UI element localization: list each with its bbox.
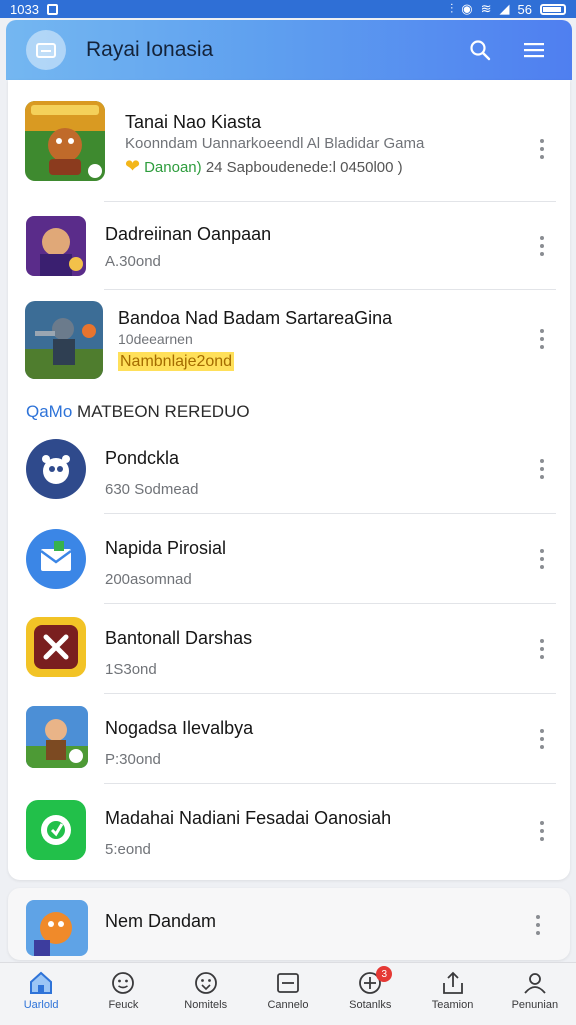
item-title: Madahai Nadiani Fesadai Oanosiah bbox=[105, 808, 392, 828]
app-title: Rayai Ionasia bbox=[86, 38, 214, 61]
emoji-icon bbox=[194, 972, 217, 994]
nav-label: Sotanlks bbox=[349, 999, 392, 1011]
item-subtitle: P:30ond bbox=[105, 751, 161, 768]
app-header: Rayai Ionasia bbox=[6, 20, 572, 80]
nav-item-nomitels[interactable]: Nomitels bbox=[170, 963, 242, 1011]
list-item[interactable]: Napida Pirosial 200asomnad bbox=[8, 514, 570, 604]
heart-icon: ❤ bbox=[125, 156, 141, 176]
game-thumbnail-icon bbox=[25, 101, 105, 181]
more-options-icon[interactable] bbox=[534, 816, 550, 846]
item-subtitle: 200asomnad bbox=[105, 571, 192, 588]
list-item[interactable]: Nogadsa Ilevalbya P:30ond bbox=[8, 694, 570, 784]
game-thumbnail-icon bbox=[26, 900, 88, 956]
item-title: Dadreiinan Oanpaan bbox=[105, 224, 272, 244]
more-options-icon[interactable] bbox=[534, 231, 550, 261]
more-options-icon[interactable] bbox=[534, 324, 550, 354]
more-options-icon[interactable] bbox=[534, 724, 550, 754]
item-description: Koonndam Uannarkoeendl Al Bladidar Gama bbox=[125, 135, 425, 152]
app-logo-icon[interactable] bbox=[26, 30, 66, 70]
item-subtitle: 5:eond bbox=[105, 841, 151, 858]
section-title: MATBEON REREDUO bbox=[77, 402, 250, 421]
more-options-icon[interactable] bbox=[534, 634, 550, 664]
status-time: 1033 bbox=[10, 1, 39, 17]
nav-label: Nomitels bbox=[184, 999, 228, 1011]
list-item[interactable]: Madahai Nadiani Fesadai Oanosiah 5:eond bbox=[8, 784, 570, 878]
nav-item-penunian[interactable]: Penunian bbox=[499, 963, 571, 1011]
nav-item-cannelo[interactable]: Cannelo bbox=[252, 963, 324, 1011]
nav-item-feuck[interactable]: Feuck bbox=[87, 963, 159, 1011]
item-title: Pondckla bbox=[105, 448, 180, 468]
notification-badge: 3 bbox=[376, 966, 393, 982]
app-icon bbox=[26, 800, 86, 860]
game-thumbnail-icon bbox=[26, 216, 86, 276]
nav-label: Feuck bbox=[108, 999, 139, 1011]
nav-item-sotanlks[interactable]: 3 Sotanlks bbox=[334, 963, 406, 1011]
item-subtitle: 1S3ond bbox=[105, 661, 157, 678]
smile-icon bbox=[112, 972, 135, 994]
menu-button[interactable] bbox=[514, 30, 554, 70]
nav-label: Penunian bbox=[511, 999, 559, 1011]
notification-icon bbox=[46, 3, 58, 15]
inbox-icon bbox=[277, 973, 299, 993]
app-icon bbox=[26, 617, 86, 677]
alarm-icon: ◉ bbox=[461, 1, 473, 16]
wifi-icon: ≋ bbox=[480, 1, 492, 16]
share-icon bbox=[442, 971, 463, 994]
item-subtitle: A.30ond bbox=[105, 253, 161, 270]
list-item[interactable]: Bantonall Darshas 1S3ond bbox=[8, 604, 570, 694]
search-icon bbox=[470, 40, 491, 61]
more-options-icon[interactable] bbox=[534, 134, 550, 164]
item-subtitle: 10deearnen bbox=[118, 331, 193, 347]
person-icon bbox=[524, 973, 546, 994]
nav-label: Teamion bbox=[431, 999, 474, 1011]
list-item[interactable]: Tanai Nao Kiasta Koonndam Uannarkoeendl … bbox=[8, 80, 570, 202]
item-title: Nem Dandam bbox=[105, 911, 217, 931]
home-icon bbox=[30, 971, 53, 994]
list-item[interactable]: Bandoa Nad Badam SartareaGina 10deearnen… bbox=[8, 290, 570, 390]
item-detail: 24 Sapboudenede:l 0450l00 ) bbox=[205, 159, 403, 176]
vibrate-icon: ⫶ bbox=[450, 1, 454, 16]
status-bar: 1033 ⫶ ◉ ≋ ◢ 56 bbox=[0, 0, 576, 18]
section-header: QaMo MATBEON REREDUO bbox=[26, 402, 250, 422]
item-title: Tanai Nao Kiasta bbox=[125, 112, 262, 132]
item-title: Napida Pirosial bbox=[105, 538, 227, 558]
battery-percent: 56 bbox=[517, 1, 532, 17]
game-thumbnail-icon bbox=[26, 706, 88, 768]
app-list-card: Tanai Nao Kiasta Koonndam Uannarkoeendl … bbox=[8, 80, 570, 880]
item-badge: Nambnlaje2ond bbox=[118, 352, 235, 371]
bottom-navigation: Uarlold Feuck Nomitels Cannelo 3 Sotanlk… bbox=[0, 962, 576, 1025]
item-subtitle: 630 Sodmead bbox=[105, 481, 199, 498]
battery-icon bbox=[540, 3, 566, 15]
signal-icon: ◢ bbox=[499, 1, 510, 16]
more-options-icon[interactable] bbox=[534, 544, 550, 574]
nav-label: Uarlold bbox=[23, 999, 59, 1011]
item-title: Bandoa Nad Badam SartareaGina bbox=[118, 308, 393, 328]
hamburger-menu-icon bbox=[524, 43, 544, 58]
nav-item-teamion[interactable]: Teamion bbox=[417, 963, 489, 1011]
more-options-icon[interactable] bbox=[530, 910, 546, 940]
nav-item-home[interactable]: Uarlold bbox=[5, 963, 77, 1011]
list-item[interactable]: Dadreiinan Oanpaan A.30ond bbox=[8, 202, 570, 290]
peek-list-item[interactable]: Nem Dandam bbox=[8, 888, 570, 960]
game-thumbnail-icon bbox=[25, 301, 103, 379]
app-icon bbox=[26, 439, 86, 499]
item-title: Bantonall Darshas bbox=[105, 628, 253, 648]
item-title: Nogadsa Ilevalbya bbox=[105, 718, 254, 738]
list-item[interactable]: Pondckla 630 Sodmead bbox=[8, 424, 570, 514]
search-button[interactable] bbox=[460, 30, 500, 70]
section-accent: QaMo bbox=[26, 402, 73, 421]
nav-label: Cannelo bbox=[267, 999, 309, 1011]
mail-icon bbox=[26, 529, 86, 589]
more-options-icon[interactable] bbox=[534, 454, 550, 484]
item-highlight: Danoan) bbox=[144, 159, 202, 176]
